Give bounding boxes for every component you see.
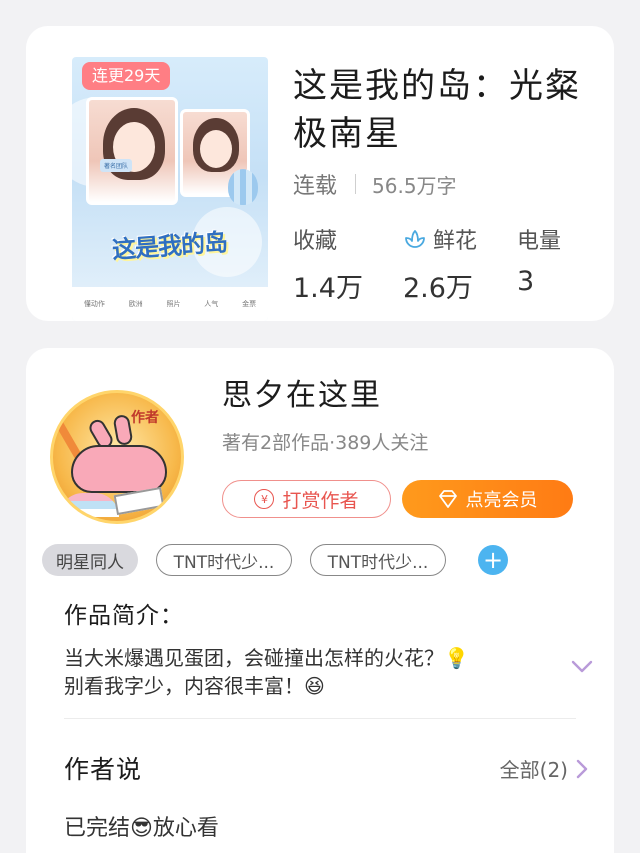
stat-favorites: 收藏 1.4万 [293, 224, 363, 305]
book-info-card: 著名团队 这是我的岛 懂动作 欧洲 照片 人气 金票 连更29天 这是我的岛：光… [26, 26, 614, 321]
book-cover-image[interactable]: 著名团队 这是我的岛 懂动作 欧洲 照片 人气 金票 [72, 57, 268, 321]
bunny-illustration [71, 445, 167, 493]
cover-bottom-item: 人气 [204, 300, 219, 308]
update-streak-badge: 连更29天 [82, 62, 171, 90]
serial-status: 连载 [293, 174, 338, 199]
word-count: 56.5万字 [372, 173, 457, 198]
status-divider [355, 174, 357, 194]
cover-bottom-item: 懂动作 [83, 300, 105, 308]
cover-photo-left [86, 97, 178, 205]
book-stats: 收藏 1.4万 鲜花 2.6万 电量 3 [293, 224, 601, 305]
view-all-link[interactable]: 全部(2) [500, 754, 588, 783]
stat-value: 3 [516, 266, 535, 297]
intro-text[interactable]: 当大米爆遇见蛋团，会碰撞出怎样的火花？💡 别看我字少，内容很丰富！😆 [64, 644, 564, 700]
add-tag-button[interactable]: + [478, 545, 508, 575]
activate-vip-label: 点亮会员 [465, 490, 538, 511]
yen-coin-icon: ¥ [254, 489, 275, 509]
chevron-right-icon [576, 759, 588, 778]
tip-author-button[interactable]: ¥ 打赏作者 [222, 480, 391, 518]
tag-chip[interactable]: TNT时代少... [156, 544, 292, 576]
activate-vip-button[interactable]: 点亮会员 [402, 480, 573, 518]
author-note: 已完结😎放心看 [64, 816, 219, 841]
cover-face [200, 130, 232, 168]
rainbow-decoration [59, 493, 119, 517]
book-status-row: 连载 56.5万字 [293, 168, 457, 200]
author-avatar[interactable]: 作者 [50, 390, 184, 524]
book-title: 这是我的岛：光粲极南星 [293, 66, 581, 154]
tip-author-label: 打赏作者 [282, 489, 359, 512]
tag-chip[interactable]: 明星同人 [42, 544, 138, 576]
cover-bottom-strip: 懂动作 欧洲 照片 人气 金票 [72, 287, 268, 321]
stat-flowers[interactable]: 鲜花 2.6万 [403, 224, 477, 305]
stat-label: 鲜花 [432, 229, 477, 254]
intro-line: 当大米爆遇见蛋团，会碰撞出怎样的火花？💡 [64, 646, 469, 670]
section-divider [64, 718, 576, 719]
balloon-icon [228, 169, 258, 205]
stat-label: 收藏 [293, 229, 338, 254]
diamond-icon [438, 490, 457, 508]
stat-power: 电量 3 [517, 224, 561, 305]
plus-icon: + [482, 546, 504, 574]
view-all-label: 全部(2) [499, 758, 568, 782]
cover-title-art: 这是我的岛 [111, 228, 228, 265]
stat-value: 2.6万 [402, 273, 473, 304]
chevron-down-icon[interactable] [571, 660, 593, 674]
cover-bottom-item: 金票 [242, 300, 257, 308]
tag-chip[interactable]: TNT时代少... [310, 544, 446, 576]
intro-line: 别看我字少，内容很丰富！😆 [64, 674, 325, 698]
author-says-heading: 作者说 [64, 755, 143, 784]
cover-tag: 著名团队 [100, 159, 133, 172]
flower-icon [405, 230, 425, 248]
cover-bottom-item: 欧洲 [128, 300, 143, 308]
tag-row: 明星同人 TNT时代少... TNT时代少... + [42, 544, 508, 576]
stat-value: 1.4万 [293, 273, 363, 304]
stat-label: 电量 [516, 229, 561, 254]
stat-label-row: 鲜花 [403, 224, 477, 254]
avatar-label: 作者 [131, 410, 159, 426]
cover-bottom-item: 照片 [166, 300, 181, 308]
author-name[interactable]: 思夕在这里 [222, 370, 382, 414]
intro-heading: 作品简介： [64, 603, 184, 629]
author-card: 作者 思夕在这里 著有2部作品·389人关注 ¥ 打赏作者 点亮会员 明星同人 … [26, 348, 614, 853]
author-info: 著有2部作品·389人关注 [222, 432, 429, 454]
